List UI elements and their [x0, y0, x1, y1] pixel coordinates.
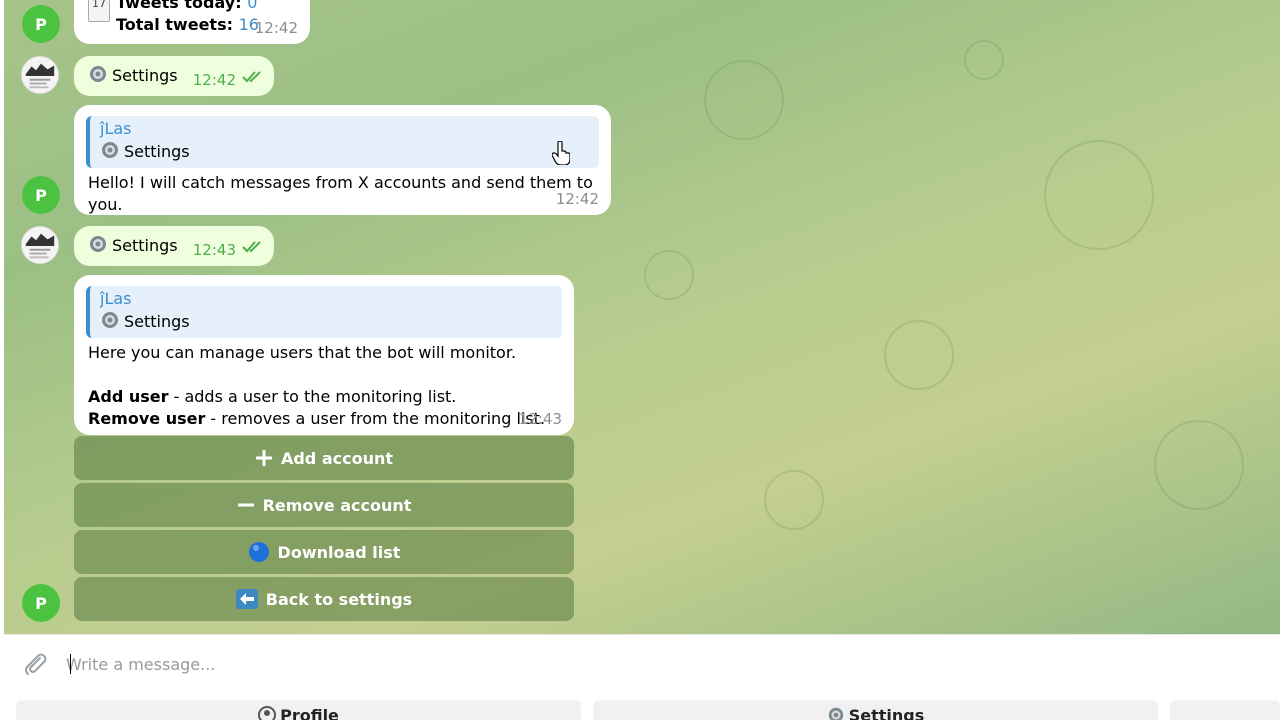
download-list-button[interactable]: Download list: [74, 530, 574, 574]
message-time: 12:43: [518, 410, 562, 428]
message-bubble[interactable]: 17 Tweets today: 0 Total tweets: 16 12:4…: [74, 0, 310, 44]
back-to-settings-button[interactable]: Back to settings: [74, 577, 574, 621]
user-avatar-image: [22, 227, 58, 263]
user-avatar-image: [22, 57, 58, 93]
reply-author: ĵLas: [100, 119, 132, 138]
gear-icon: [100, 140, 120, 166]
message-input[interactable]: [66, 651, 1246, 677]
paperclip-icon[interactable]: [22, 651, 48, 681]
button-label: Remove account: [262, 495, 412, 515]
message-text-line: Add user - adds a user to the monitoring…: [88, 386, 560, 408]
text-caret: [70, 654, 71, 674]
avatar-letter: P: [35, 593, 47, 613]
user-avatar[interactable]: [21, 226, 59, 264]
message-time: 12:42: [192, 71, 236, 89]
outgoing-message-bubble[interactable]: Settings 12:42: [74, 56, 274, 96]
avatar-letter: P: [35, 14, 47, 34]
profile-button[interactable]: Profile: [16, 700, 581, 720]
double-check-icon: [242, 68, 264, 90]
message-time: 12:42: [254, 19, 298, 37]
message-bubble[interactable]: ĵLas Settings Hello! I will catch messag…: [74, 105, 611, 215]
message-text-line: Remove user - removes a user from the mo…: [88, 408, 560, 430]
double-check-icon: [242, 238, 264, 260]
button-label: Settings: [848, 706, 925, 720]
message-composer: [4, 634, 1280, 690]
reply-text-line: Settings: [100, 310, 552, 336]
avatar-letter: P: [35, 185, 47, 205]
background-doodle: [764, 470, 824, 530]
command-name: Add user: [88, 387, 169, 406]
background-doodle: [704, 60, 784, 140]
add-account-button[interactable]: Add account: [74, 436, 574, 480]
plus-icon: [255, 449, 273, 467]
bot-avatar[interactable]: P: [22, 176, 60, 214]
calendar-icon: 17: [88, 0, 110, 22]
remove-account-button[interactable]: Remove account: [74, 483, 574, 527]
message-text: Settings: [112, 236, 178, 255]
reply-text: Settings: [124, 312, 190, 331]
reply-quote[interactable]: ĵLas Settings: [86, 116, 599, 168]
background-doodle: [644, 250, 694, 300]
button-label: Back to settings: [265, 589, 413, 609]
background-doodle: [964, 40, 1004, 80]
gear-icon: [88, 234, 108, 260]
outgoing-message-bubble[interactable]: Settings 12:43: [74, 226, 274, 266]
reply-keyboard: Profile Settings: [4, 690, 1280, 720]
message-text: Settings: [112, 66, 178, 85]
settings-button[interactable]: Settings: [593, 700, 1158, 720]
tweets-today-line: Tweets today: 0: [116, 0, 296, 14]
user-avatar[interactable]: [21, 56, 59, 94]
gear-icon: [100, 310, 120, 336]
profile-icon: [258, 706, 277, 720]
command-description: - adds a user to the monitoring list.: [168, 387, 457, 406]
gear-icon: [827, 706, 845, 720]
reply-author: ĵLas: [100, 289, 132, 308]
background-doodle: [1044, 140, 1154, 250]
reply-keyboard-button-partial[interactable]: [1170, 700, 1280, 720]
blue-circle-icon: [248, 541, 270, 563]
button-label: Profile: [280, 706, 339, 720]
message-time: 12:42: [555, 190, 599, 208]
gear-icon: [88, 64, 108, 90]
message-text: Hello! I will catch messages from X acco…: [88, 173, 593, 214]
bot-avatar[interactable]: P: [22, 5, 60, 43]
message-time: 12:43: [192, 241, 236, 259]
reply-quote[interactable]: ĵLas Settings: [86, 286, 562, 338]
back-arrow-icon: [235, 589, 258, 609]
button-label: Add account: [280, 448, 394, 468]
reply-text-line: Settings: [100, 140, 589, 166]
command-name: Remove user: [88, 409, 206, 428]
reply-text: Settings: [124, 142, 190, 161]
hand-cursor-icon: [551, 140, 571, 169]
tweets-today-value: 0: [247, 0, 258, 12]
command-description: - removes a user from the monitoring lis…: [205, 409, 546, 428]
background-doodle: [884, 320, 954, 390]
button-label: Download list: [277, 542, 401, 562]
message-bubble[interactable]: ĵLas Settings Here you can manage users …: [74, 275, 574, 435]
background-doodle: [1154, 420, 1244, 510]
minus-icon: [237, 496, 255, 514]
message-text: Here you can manage users that the bot w…: [88, 343, 517, 362]
calendar-day: 17: [92, 0, 106, 10]
tweets-today-label: Tweets today:: [116, 0, 248, 12]
total-tweets-label: Total tweets:: [116, 15, 239, 34]
bot-avatar[interactable]: P: [22, 584, 60, 622]
